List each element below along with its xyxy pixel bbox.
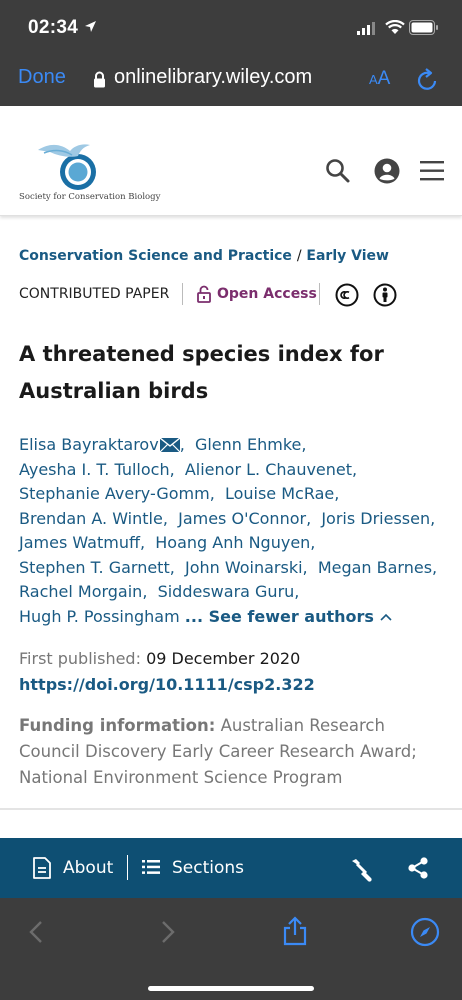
- author-link[interactable]: Ayesha I. T. Tulloch,: [19, 460, 175, 479]
- lock-icon: [94, 71, 105, 88]
- back-icon[interactable]: [28, 920, 44, 944]
- author-link[interactable]: Hoang Anh Nguyen,: [155, 533, 315, 552]
- list-icon[interactable]: [142, 859, 160, 875]
- hamburger-menu-icon[interactable]: [420, 161, 444, 181]
- search-icon[interactable]: [325, 158, 351, 184]
- author-link[interactable]: Rachel Morgain,: [19, 582, 147, 601]
- toolbar-divider: [127, 855, 128, 880]
- funding-label: Funding information:: [19, 716, 216, 735]
- issue-link[interactable]: Early View: [306, 248, 389, 264]
- author-list: Elisa Bayraktarov, Glenn Ehmke, Ayesha I…: [19, 435, 438, 626]
- article-toolbar: About Sections: [0, 838, 462, 898]
- author-link[interactable]: Hugh P. Possingham: [19, 607, 180, 626]
- status-time: 02:34: [28, 17, 79, 38]
- article-title-line: A threatened species index for: [19, 342, 384, 366]
- breadcrumb: Conservation Science and Practice / Earl…: [19, 248, 389, 264]
- reload-icon[interactable]: [416, 66, 440, 92]
- author-link[interactable]: John Woinarski,: [185, 558, 308, 577]
- funding-info: Funding information: Australian Research…: [19, 713, 449, 791]
- location-arrow-icon: [85, 21, 96, 32]
- browser-bottom-bar: [0, 898, 462, 1000]
- text-size-button[interactable]: AA: [369, 68, 390, 90]
- home-indicator[interactable]: [148, 986, 314, 991]
- wrench-icon[interactable]: [348, 856, 374, 882]
- sections-button[interactable]: Sections: [172, 858, 244, 878]
- first-published-label: First published:: [19, 649, 141, 668]
- url-field[interactable]: onlinelibrary.wiley.com: [114, 66, 312, 89]
- author-link[interactable]: Megan Barnes,: [318, 558, 437, 577]
- site-header: Society for Conservation Biology: [0, 106, 462, 216]
- document-icon[interactable]: [33, 857, 51, 879]
- journal-link[interactable]: Conservation Science and Practice: [19, 248, 292, 264]
- open-lock-icon: [197, 285, 211, 303]
- article-meta-row: CONTRIBUTED PAPER Open Access: [19, 283, 449, 307]
- paper-type-label: CONTRIBUTED PAPER: [19, 286, 170, 302]
- author-link[interactable]: James Watmuff,: [19, 533, 145, 552]
- author-link[interactable]: Stephanie Avery-Gomm,: [19, 484, 215, 503]
- share-icon[interactable]: [407, 856, 429, 880]
- article-title: A threatened species index for Australia…: [19, 336, 439, 410]
- author-link[interactable]: Louise McRae,: [225, 484, 339, 503]
- author-link[interactable]: Elisa Bayraktarov: [19, 435, 159, 454]
- email-icon[interactable]: [159, 438, 180, 452]
- author-link[interactable]: Joris Driessen,: [321, 509, 435, 528]
- done-button[interactable]: Done: [18, 66, 66, 89]
- author-link[interactable]: Alienor L. Chauvenet,: [185, 460, 357, 479]
- author-link[interactable]: Stephen T. Garnett,: [19, 558, 175, 577]
- chevron-up-icon[interactable]: [380, 613, 392, 621]
- doi-link[interactable]: https://doi.org/10.1111/csp2.322: [19, 675, 315, 694]
- user-account-icon[interactable]: [374, 158, 400, 184]
- logo-text: Society for Conservation Biology: [19, 192, 161, 202]
- text-size-large-label: A: [377, 68, 391, 89]
- browser-address-bar: Done onlinelibrary.wiley.com AA: [0, 56, 462, 106]
- creative-commons-icon[interactable]: [335, 283, 359, 307]
- forward-icon[interactable]: [160, 920, 176, 944]
- open-access-label: Open Access: [217, 286, 317, 302]
- attribution-icon[interactable]: [373, 283, 397, 307]
- compass-icon[interactable]: [410, 917, 440, 947]
- meta-divider: [319, 283, 320, 305]
- share-upload-icon[interactable]: [282, 916, 308, 946]
- article-title-line: Australian birds: [19, 379, 209, 403]
- cellular-signal-icon: [357, 22, 375, 35]
- battery-icon: [409, 20, 438, 35]
- status-bar: 02:34: [0, 0, 462, 56]
- author-link[interactable]: Brendan A. Wintle,: [19, 509, 168, 528]
- meta-divider: [182, 283, 183, 305]
- see-fewer-authors-button[interactable]: ... See fewer authors: [185, 607, 374, 626]
- divider: [0, 808, 462, 810]
- text-size-small-label: A: [369, 72, 378, 87]
- first-published: First published: 09 December 2020: [19, 649, 300, 668]
- society-logo-icon[interactable]: [36, 138, 102, 192]
- breadcrumb-separator: /: [296, 248, 302, 264]
- first-published-date: 09 December 2020: [146, 649, 301, 668]
- author-link[interactable]: James O'Connor,: [178, 509, 311, 528]
- about-button[interactable]: About: [63, 858, 113, 878]
- author-link[interactable]: Glenn Ehmke,: [195, 435, 307, 454]
- author-link[interactable]: Siddeswara Guru,: [158, 582, 300, 601]
- wifi-icon: [385, 20, 405, 34]
